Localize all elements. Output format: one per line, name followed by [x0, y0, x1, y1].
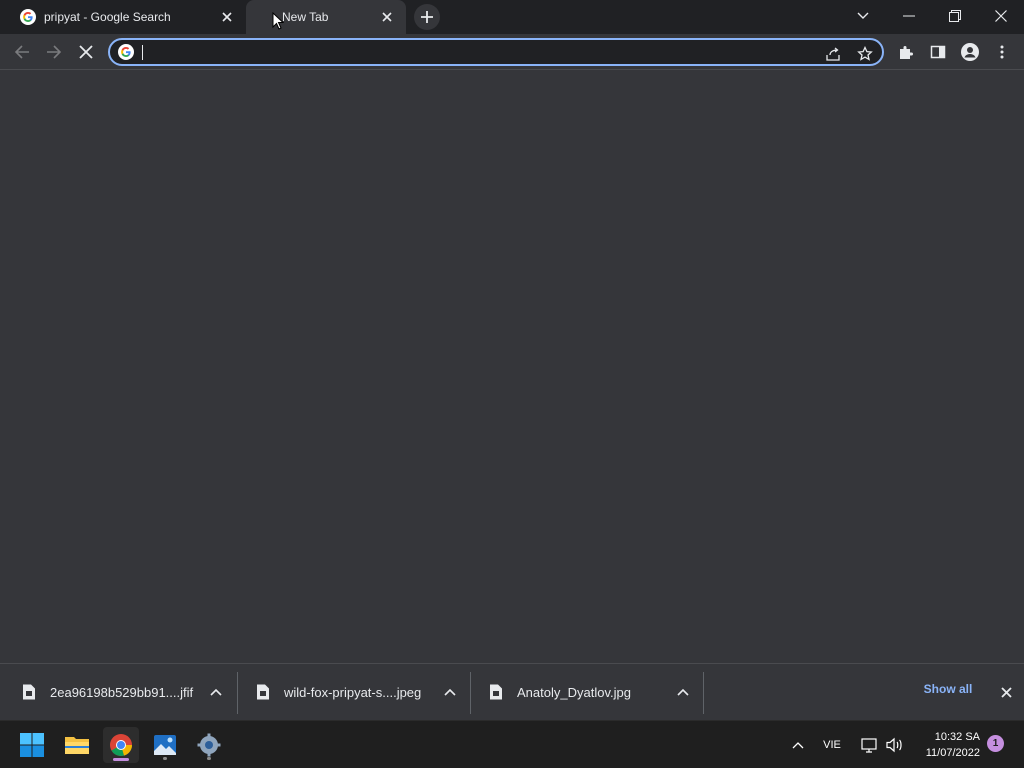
extensions-button[interactable] [891, 37, 921, 67]
browser-toolbar [0, 34, 1024, 70]
chrome-taskbar-button[interactable] [103, 727, 139, 763]
language-indicator[interactable]: VIE [816, 733, 848, 757]
close-tab-icon[interactable] [378, 8, 396, 26]
puzzle-icon [900, 46, 913, 59]
close-icon [995, 10, 1007, 22]
google-g-icon [20, 9, 36, 25]
download-filename: 2ea96198b529bb91....jfif [50, 685, 194, 700]
file-explorer-button[interactable] [59, 727, 95, 763]
close-shelf-button[interactable] [996, 682, 1016, 702]
chevron-up-icon[interactable] [675, 684, 691, 700]
tab-search-button[interactable] [840, 0, 886, 32]
restore-icon [949, 10, 961, 22]
close-window-button[interactable] [978, 0, 1024, 32]
file-icon [490, 684, 502, 700]
running-indicator [207, 757, 211, 760]
start-button[interactable] [14, 727, 50, 763]
tab-title: pripyat - Google Search [44, 10, 171, 24]
chevron-down-icon [857, 12, 869, 19]
address-input[interactable] [144, 43, 804, 63]
chrome-icon [110, 734, 133, 756]
restore-button[interactable] [932, 0, 978, 32]
taskbar: VIE 10:32 SA 11/07/2022 [0, 720, 1024, 768]
folder-icon [65, 737, 89, 754]
download-filename: wild-fox-pripyat-s....jpeg [284, 685, 422, 700]
profile-button[interactable] [955, 37, 985, 67]
menu-button[interactable] [987, 37, 1017, 67]
new-tab-button[interactable] [414, 4, 440, 30]
page-content [0, 70, 1024, 663]
photos-taskbar-button[interactable] [147, 727, 183, 763]
taskbar-clock[interactable]: 10:32 SA 11/07/2022 [914, 729, 980, 761]
more-vert-icon [1000, 45, 1004, 59]
share-button[interactable] [822, 43, 844, 65]
plus-icon [421, 11, 433, 23]
chevron-up-icon [792, 742, 804, 749]
download-item[interactable]: Anatoly_Dyatlov.jpg [469, 670, 703, 714]
active-indicator [113, 758, 129, 761]
tab-strip: pripyat - Google Search New Tab [0, 0, 1024, 34]
settings-taskbar-button[interactable] [191, 727, 227, 763]
avatar-icon [961, 43, 979, 61]
minimize-icon [903, 15, 915, 17]
download-item[interactable]: wild-fox-pripyat-s....jpeg [236, 670, 470, 714]
bookmark-button[interactable] [854, 43, 876, 65]
close-tab-icon[interactable] [218, 8, 236, 26]
show-hidden-icons-button[interactable] [788, 733, 808, 757]
network-icon [861, 738, 877, 753]
tab-new-tab[interactable]: New Tab [246, 0, 406, 34]
side-panel-icon [930, 45, 946, 59]
windows-logo-icon [20, 733, 44, 757]
text-caret [142, 45, 143, 60]
close-icon [1000, 686, 1012, 698]
file-icon [257, 684, 269, 700]
network-button[interactable] [860, 733, 880, 757]
chevron-up-icon[interactable] [442, 684, 458, 700]
mouse-cursor-icon [272, 12, 284, 30]
gear-icon [197, 733, 221, 757]
download-shelf: 2ea96198b529bb91....jfif wild-fox-pripya… [0, 663, 1024, 720]
download-filename: Anatoly_Dyatlov.jpg [517, 685, 631, 700]
forward-button[interactable] [39, 37, 69, 67]
clock-date: 11/07/2022 [925, 747, 980, 759]
share-icon [826, 47, 840, 61]
close-icon [79, 45, 93, 59]
running-indicator [163, 757, 167, 760]
divider [703, 672, 704, 714]
star-icon [857, 46, 873, 61]
back-button[interactable] [7, 37, 37, 67]
file-icon [23, 684, 35, 700]
google-g-icon [118, 44, 134, 60]
photos-icon [154, 735, 176, 755]
show-all-button[interactable]: Show all [912, 682, 984, 696]
volume-button[interactable] [884, 733, 906, 757]
tab-title: New Tab [282, 10, 329, 24]
volume-icon [886, 737, 902, 753]
tab-google-search[interactable]: pripyat - Google Search [8, 0, 246, 34]
chevron-up-icon[interactable] [208, 684, 224, 700]
clock-time: 10:32 SA [934, 731, 980, 743]
side-panel-button[interactable] [923, 37, 953, 67]
address-bar[interactable] [108, 38, 884, 66]
notification-badge[interactable]: 1 [987, 735, 1004, 752]
stop-loading-button[interactable] [71, 37, 101, 67]
arrow-left-icon [14, 45, 29, 59]
minimize-button[interactable] [886, 0, 932, 32]
arrow-right-icon [47, 45, 62, 59]
download-item[interactable]: 2ea96198b529bb91....jfif [2, 670, 236, 714]
